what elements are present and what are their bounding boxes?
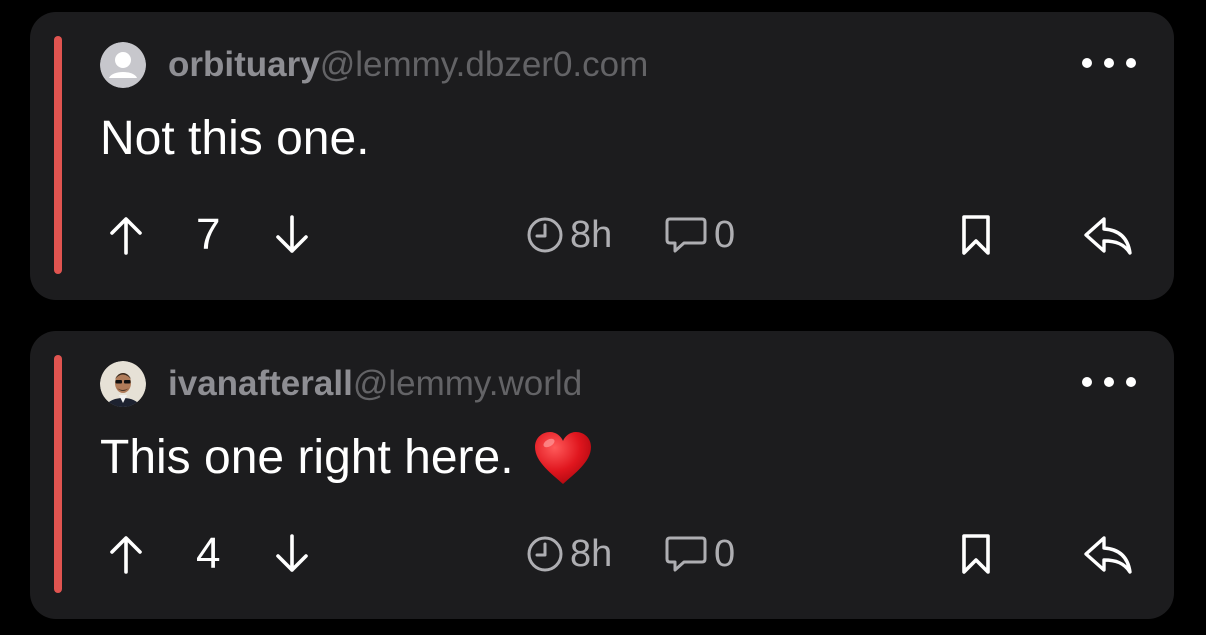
ellipsis-icon [1082, 58, 1092, 68]
comment-header: ivanafterall@lemmy.world [100, 361, 582, 407]
upvote-button[interactable] [106, 212, 146, 258]
avatar[interactable] [100, 42, 146, 88]
author-instance: @lemmy.dbzer0.com [319, 45, 649, 84]
speech-bubble-icon [665, 536, 707, 572]
ellipsis-dot [1126, 377, 1136, 387]
avatar[interactable] [100, 361, 146, 407]
arrow-up-icon [110, 536, 142, 574]
reply-arrow-icon [1084, 536, 1132, 574]
comment-card: orbituary@lemmy.dbzer0.com Not this one.… [30, 12, 1174, 300]
age-label: 8h [570, 213, 613, 256]
arrow-down-icon [276, 215, 308, 253]
default-avatar-icon [100, 42, 146, 88]
comment-actions: 4 8h 0 [30, 531, 1174, 577]
age-label: 8h [570, 532, 613, 575]
ellipsis-dot [1104, 377, 1114, 387]
speech-bubble-icon [665, 217, 707, 253]
reply-button[interactable] [1082, 531, 1138, 577]
ellipsis-dot [1126, 58, 1136, 68]
reply-button[interactable] [1082, 212, 1138, 258]
vote-score: 7 [196, 210, 221, 259]
clock-icon [527, 536, 563, 572]
reply-count: 0 [714, 532, 736, 575]
author-instance: @lemmy.world [352, 364, 583, 403]
ellipsis-dot [1104, 58, 1114, 68]
comment-body: This one right here. [100, 427, 594, 489]
upvote-button[interactable] [106, 531, 146, 577]
replies-count-button[interactable]: 0 [664, 212, 735, 258]
bookmark-button[interactable] [958, 531, 998, 577]
bookmark-button[interactable] [958, 212, 998, 258]
comment-age: 8h [526, 531, 612, 577]
reply-arrow-icon [1084, 217, 1132, 255]
author-name: orbituary [168, 45, 320, 84]
reply-count: 0 [714, 213, 736, 256]
author-link[interactable]: ivanafterall@lemmy.world [168, 361, 582, 407]
bookmark-icon [962, 534, 990, 574]
author-link[interactable]: orbituary@lemmy.dbzer0.com [168, 42, 648, 88]
downvote-button[interactable] [272, 531, 312, 577]
comment-body: Not this one. [100, 108, 369, 170]
bookmark-icon [962, 215, 990, 255]
user-photo-avatar [100, 361, 146, 407]
vote-score: 4 [196, 529, 221, 578]
comment-text: This one right here. [100, 431, 514, 484]
comment-header: orbituary@lemmy.dbzer0.com [100, 42, 648, 88]
replies-count-button[interactable]: 0 [664, 531, 735, 577]
author-name: ivanafterall [168, 364, 353, 403]
heart-emoji-icon [532, 430, 594, 486]
arrow-down-icon [276, 534, 308, 572]
downvote-button[interactable] [272, 212, 312, 258]
comment-text: Not this one. [100, 112, 370, 165]
more-options-button[interactable] [1082, 48, 1136, 78]
arrow-up-icon [110, 217, 142, 255]
comment-actions: 7 8h 0 [30, 212, 1174, 258]
comment-age: 8h [526, 212, 612, 258]
more-options-button[interactable] [1082, 367, 1136, 397]
comment-card: ivanafterall@lemmy.world This one right … [30, 331, 1174, 619]
ellipsis-icon [1082, 377, 1092, 387]
clock-icon [527, 217, 563, 253]
